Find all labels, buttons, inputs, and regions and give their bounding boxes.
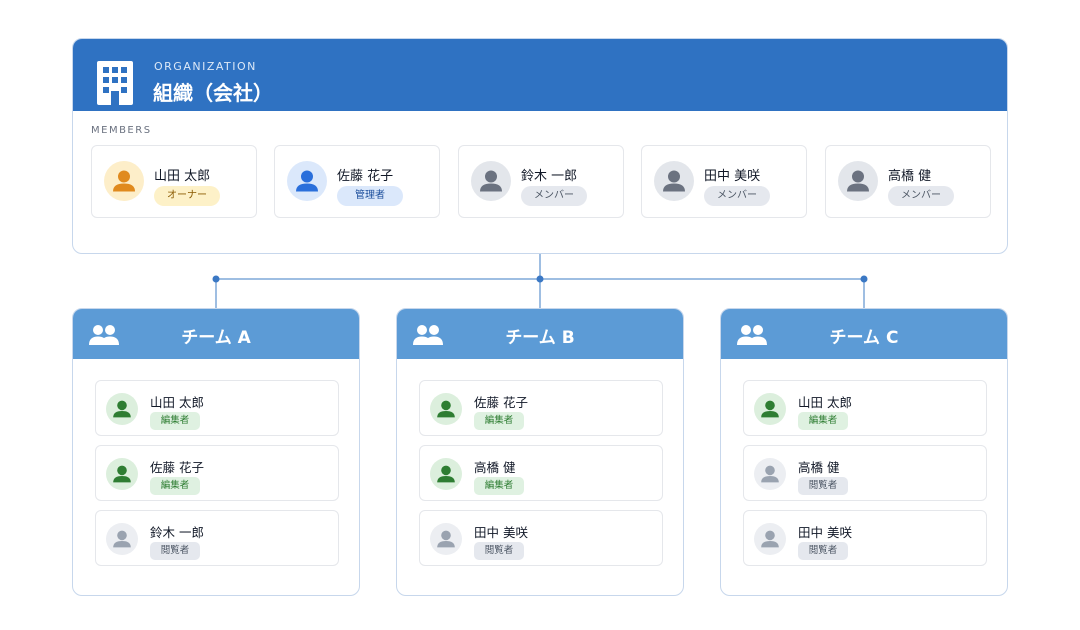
role-badge: 編集者 (798, 412, 848, 430)
role-badge: 閲覧者 (150, 542, 200, 560)
org-member-card[interactable]: 田中 美咲 メンバー (641, 145, 807, 218)
team-member-card[interactable]: 鈴木 一郎 閲覧者 (95, 510, 339, 566)
role-badge: メンバー (521, 186, 587, 206)
role-badge: オーナー (154, 186, 220, 206)
avatar-person-icon (430, 523, 462, 555)
member-name: 山田 太郎 (150, 395, 204, 410)
team-member-card[interactable]: 高橋 健編集者 (419, 445, 663, 501)
avatar-person-icon (430, 393, 462, 425)
team-header: チーム C (721, 309, 1007, 359)
connector-node-a (212, 275, 220, 283)
team-member-card[interactable]: 高橋 健閲覧者 (743, 445, 987, 501)
team-card: チーム B 佐藤 花子 編集者 高橋 健編集者 田中 美咲 閲覧者 (396, 308, 684, 596)
member-name: 高橋 健 (888, 169, 932, 184)
role-badge: メンバー (704, 186, 770, 206)
member-name: 鈴木 一郎 (521, 169, 578, 184)
avatar-person-icon (104, 161, 144, 201)
team-title: チーム C (829, 328, 899, 348)
team-header: チーム B (397, 309, 683, 359)
member-name: 田中 美咲 (704, 169, 761, 184)
role-badge: 編集者 (150, 412, 200, 430)
role-badge: 編集者 (474, 477, 524, 495)
member-name: 佐藤 花子 (150, 460, 204, 475)
role-badge: 閲覧者 (474, 542, 524, 560)
connector-node-b (536, 275, 544, 283)
team-title: チーム A (181, 328, 251, 348)
avatar-person-icon (106, 393, 138, 425)
role-badge: 閲覧者 (798, 542, 848, 560)
member-name: 高橋 健 (474, 460, 516, 475)
team-member-card[interactable]: 佐藤 花子 編集者 (419, 380, 663, 436)
member-name: 山田 太郎 (154, 169, 211, 184)
organization-title: 組織（会社） (153, 81, 273, 105)
org-member-card[interactable]: 山田 太郎 オーナー (91, 145, 257, 218)
team-title: チーム B (505, 328, 575, 348)
role-badge: 編集者 (474, 412, 524, 430)
avatar-person-icon (106, 523, 138, 555)
role-badge: 管理者 (337, 186, 403, 206)
avatar-person-icon (106, 458, 138, 490)
role-badge: メンバー (888, 186, 954, 206)
organization-header: ORGANIZATION 組織（会社） (73, 39, 1007, 111)
avatar-person-icon (654, 161, 694, 201)
avatar-person-icon (754, 393, 786, 425)
team-member-card[interactable]: 田中 美咲 閲覧者 (743, 510, 987, 566)
organization-kicker: ORGANIZATION (154, 60, 257, 73)
member-name: 田中 美咲 (474, 525, 528, 540)
team-member-card[interactable]: 山田 太郎 編集者 (95, 380, 339, 436)
member-name: 鈴木 一郎 (150, 525, 204, 540)
team-card: チーム A 山田 太郎 編集者 佐藤 花子 編集者 鈴木 一郎 閲覧者 (72, 308, 360, 596)
connector-node-c (860, 275, 868, 283)
avatar-person-icon (287, 161, 327, 201)
org-member-card[interactable]: 鈴木 一郎 メンバー (458, 145, 624, 218)
members-section-label: MEMBERS (91, 125, 152, 136)
avatar-person-icon (754, 523, 786, 555)
building-icon (97, 61, 133, 105)
member-name: 田中 美咲 (798, 525, 852, 540)
avatar-person-icon (754, 458, 786, 490)
org-member-card[interactable]: 高橋 健メンバー (825, 145, 991, 218)
avatar-person-icon (430, 458, 462, 490)
team-card: チーム C 山田 太郎 編集者 高橋 健閲覧者 田中 美咲 閲覧者 (720, 308, 1008, 596)
role-badge: 編集者 (150, 477, 200, 495)
role-badge: 閲覧者 (798, 477, 848, 495)
team-member-card[interactable]: 山田 太郎 編集者 (743, 380, 987, 436)
team-header: チーム A (73, 309, 359, 359)
member-name: 佐藤 花子 (474, 395, 528, 410)
org-member-card[interactable]: 佐藤 花子 管理者 (274, 145, 440, 218)
organization-card: ORGANIZATION 組織（会社） MEMBERS 山田 太郎 オーナー 佐藤 … (72, 38, 1008, 254)
member-name: 高橋 健 (798, 460, 840, 475)
team-member-card[interactable]: 佐藤 花子 編集者 (95, 445, 339, 501)
member-name: 山田 太郎 (798, 395, 852, 410)
team-member-card[interactable]: 田中 美咲 閲覧者 (419, 510, 663, 566)
avatar-person-icon (838, 161, 878, 201)
avatar-person-icon (471, 161, 511, 201)
member-name: 佐藤 花子 (337, 169, 394, 184)
